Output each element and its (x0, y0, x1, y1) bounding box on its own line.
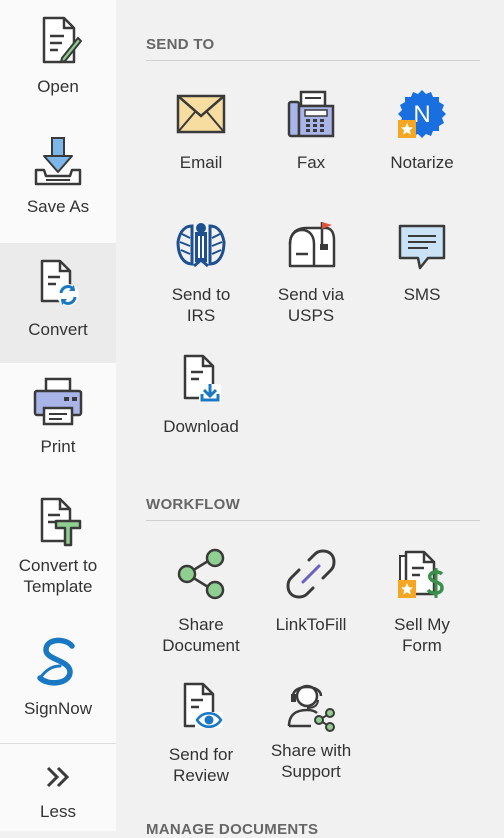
irs-eagle-icon (174, 220, 228, 272)
sms-button[interactable]: SMS (367, 220, 477, 305)
download-tray-icon (32, 136, 84, 188)
sidebar-item-label: SignNow (23, 699, 93, 718)
sell-form-icon (396, 548, 448, 600)
signnow-logo-icon (36, 636, 80, 688)
sidebar-item-label: Convert to Template (18, 556, 98, 596)
notarize-button[interactable]: N Notarize (367, 88, 477, 173)
sidebar-item-print[interactable]: Print (0, 376, 116, 457)
sidebar-item-label: Open (37, 77, 79, 96)
section-title-workflow: WORKFLOW (146, 496, 241, 513)
send-to-irs-button[interactable]: Send to IRS (146, 220, 256, 326)
sidebar-item-convert[interactable]: Convert (0, 243, 116, 363)
share-icon (175, 548, 227, 600)
sidebar-item-less[interactable]: Less (0, 765, 116, 822)
send-for-review-button[interactable]: Send for Review (146, 680, 256, 786)
link-to-fill-button[interactable]: LinkToFill (256, 548, 366, 635)
sidebar: Open Save As Convert Print Convert to Te… (0, 0, 117, 831)
tile-label: Send for Review (168, 745, 234, 785)
tile-label: Download (163, 417, 239, 436)
tile-label: Fax (296, 153, 326, 172)
envelope-icon (175, 92, 227, 136)
tile-label: Share Document (162, 615, 240, 655)
tile-label: LinkToFill (275, 615, 347, 634)
email-button[interactable]: Email (146, 92, 256, 173)
link-icon (285, 548, 337, 600)
section-divider (146, 520, 480, 521)
main-panel: SEND TO Email Fax N Notarize Send to IRS… (116, 0, 504, 838)
tile-label: Send via USPS (277, 285, 345, 325)
sidebar-item-save-as[interactable]: Save As (0, 136, 116, 217)
download-button[interactable]: Download (146, 352, 256, 437)
tile-label: Notarize (390, 153, 454, 172)
support-agent-icon (285, 680, 337, 732)
sell-my-form-button[interactable]: Sell My Form (367, 548, 477, 656)
document-review-icon (177, 680, 225, 732)
sidebar-divider (0, 743, 116, 744)
fax-button[interactable]: Fax (256, 88, 366, 173)
notary-badge-icon: N (396, 88, 448, 140)
document-download-icon (177, 352, 225, 404)
share-with-support-button[interactable]: Share with Support (256, 680, 366, 782)
document-edit-icon (34, 14, 82, 66)
sidebar-item-label: Convert (28, 320, 88, 339)
tile-label: SMS (403, 285, 441, 304)
double-chevron-icon (45, 765, 71, 789)
document-convert-icon (34, 257, 82, 309)
tile-label: Share with Support (270, 741, 352, 781)
fax-icon (285, 88, 337, 140)
mailbox-icon (284, 220, 338, 272)
send-via-usps-button[interactable]: Send via USPS (256, 220, 366, 326)
sidebar-item-signnow[interactable]: SignNow (0, 636, 116, 719)
tile-label: Send to IRS (171, 285, 231, 325)
tile-label: Email (179, 153, 223, 172)
sidebar-item-label: Save As (26, 197, 90, 216)
section-title-send-to: SEND TO (146, 36, 215, 53)
sidebar-item-label: Print (40, 437, 76, 456)
share-document-button[interactable]: Share Document (146, 548, 256, 656)
document-template-icon (34, 495, 82, 547)
printer-icon (32, 376, 84, 428)
sidebar-item-label: Less (40, 802, 76, 821)
sidebar-item-open[interactable]: Open (0, 14, 116, 97)
chat-bubble-icon (396, 220, 448, 272)
tile-label: Sell My Form (394, 615, 450, 655)
section-title-manage-documents: MANAGE DOCUMENTS (146, 821, 319, 838)
sidebar-item-convert-to-template[interactable]: Convert to Template (0, 495, 116, 597)
section-divider (146, 60, 480, 61)
